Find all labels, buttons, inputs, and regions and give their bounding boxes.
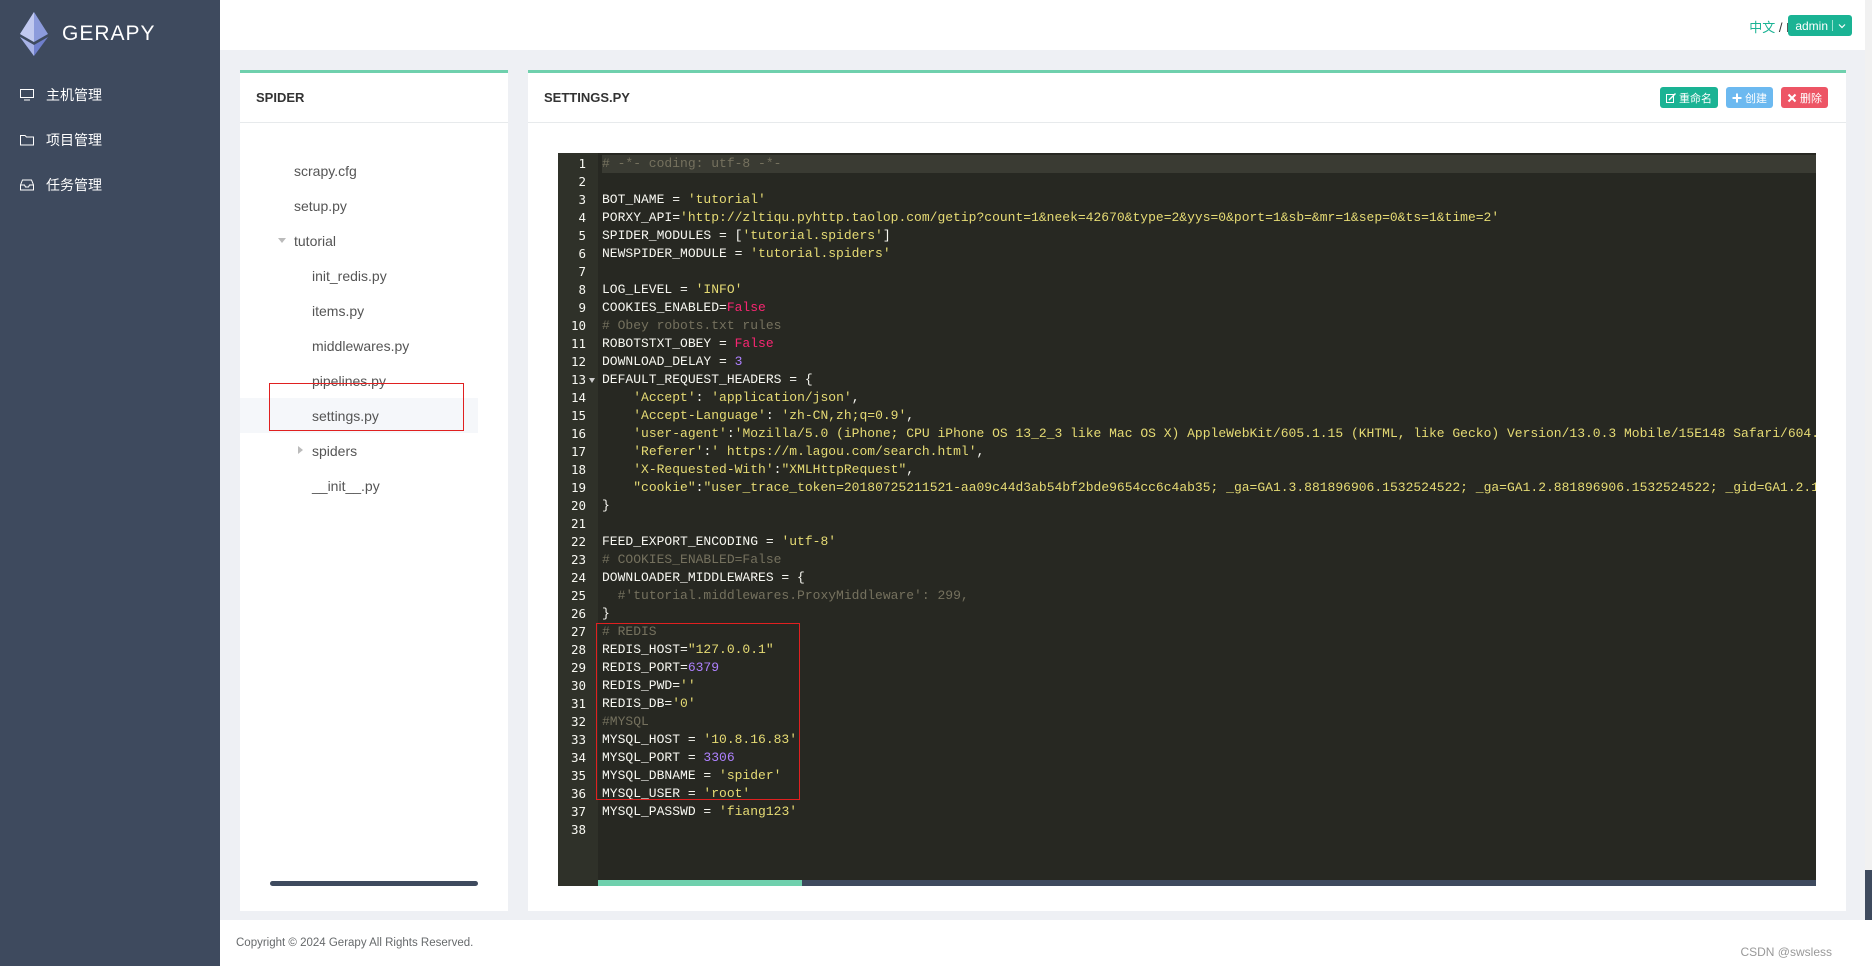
- caret-down-icon[interactable]: [278, 238, 286, 243]
- tree-item-label: middlewares.py: [312, 337, 410, 354]
- editor-actions: 重命名 创建 删除: [1660, 87, 1828, 108]
- fold-arrow-icon[interactable]: [589, 378, 595, 383]
- horizontal-scrollbar[interactable]: [270, 881, 478, 886]
- create-label: 创建: [1745, 92, 1767, 105]
- sidebar: GERAPY 主机管理 项目管理 任务管理: [0, 0, 220, 966]
- watermark-text: CSDN @swsless: [1740, 945, 1832, 959]
- file-tree-title: SPIDER: [240, 73, 508, 123]
- sidebar-item-projects[interactable]: 项目管理: [0, 117, 220, 162]
- line-number-gutter: 1 2 3 4 5 6 7 8 9 10 11 12 13 14 15 16 17 18 19 20 21 22 23 24 2…: [558, 153, 598, 886]
- sidebar-item-tasks[interactable]: 任务管理: [0, 162, 220, 207]
- tree-item-init[interactable]: __init__.py: [240, 468, 508, 503]
- file-tree-panel: SPIDER scrapy.cfg setup.py tutorial init…: [240, 70, 508, 911]
- folder-icon: [20, 134, 34, 145]
- highlight-annotation-box: [596, 623, 800, 800]
- tree-item-init-redis[interactable]: init_redis.py: [240, 258, 508, 293]
- editor-panel: SETTINGS.PY 重命名 创建 删除 1 2 3 4 5 6 7 8 9 10 11 12 13 1…: [528, 70, 1846, 911]
- caret-right-icon[interactable]: [298, 446, 303, 454]
- rename-label: 重命名: [1679, 92, 1712, 105]
- tree-item-label: setup.py: [294, 197, 347, 214]
- tree-item-label: __init__.py: [312, 477, 380, 494]
- lang-separator: /: [1775, 20, 1787, 35]
- page-vertical-scrollbar[interactable]: [1865, 0, 1872, 966]
- tree-item-label: spiders: [312, 442, 358, 459]
- tree-item-label: tutorial: [294, 232, 337, 249]
- file-tree: scrapy.cfg setup.py tutorial init_redis.…: [240, 153, 508, 503]
- delete-button[interactable]: 删除: [1781, 87, 1828, 108]
- ethereum-logo-icon: [20, 12, 48, 56]
- tree-item-label: init_redis.py: [312, 267, 387, 284]
- tree-folder-tutorial[interactable]: tutorial: [240, 223, 508, 258]
- copyright-text: Copyright © 2024 Gerapy All Rights Reser…: [236, 937, 474, 949]
- highlight-annotation-box: [269, 383, 464, 431]
- tree-item-label: scrapy.cfg: [294, 162, 357, 179]
- tree-item-items[interactable]: items.py: [240, 293, 508, 328]
- logo-text: GERAPY: [62, 22, 156, 45]
- tree-item-scrapy-cfg[interactable]: scrapy.cfg: [240, 153, 508, 188]
- editor-horizontal-scrollbar[interactable]: [598, 880, 1816, 886]
- user-menu-button[interactable]: admin: [1788, 15, 1852, 36]
- lang-zh-link[interactable]: 中文: [1749, 20, 1775, 35]
- sidebar-nav: 主机管理 项目管理 任务管理: [0, 72, 220, 207]
- sidebar-item-label: 项目管理: [46, 131, 102, 148]
- inbox-icon: [20, 179, 34, 190]
- close-icon: [1787, 93, 1797, 102]
- edit-icon: [1666, 92, 1676, 103]
- button-divider: [1832, 20, 1833, 31]
- sidebar-item-label: 主机管理: [46, 86, 102, 103]
- scrollbar-thumb[interactable]: [598, 880, 802, 886]
- logo[interactable]: GERAPY: [20, 12, 156, 56]
- editor-title: SETTINGS.PY: [528, 73, 1846, 123]
- create-button[interactable]: 创建: [1726, 87, 1773, 108]
- code-editor[interactable]: 1 2 3 4 5 6 7 8 9 10 11 12 13 14 15 16 17 18 19 20 21 22 23 24 2…: [558, 153, 1816, 886]
- top-bar: 中文 / En admin: [220, 0, 1872, 50]
- rename-button[interactable]: 重命名: [1660, 87, 1718, 108]
- tree-item-middlewares[interactable]: middlewares.py: [240, 328, 508, 363]
- sidebar-item-label: 任务管理: [46, 176, 102, 193]
- tree-folder-spiders[interactable]: spiders: [240, 433, 508, 468]
- chevron-down-icon: [1838, 23, 1846, 28]
- tree-item-label: items.py: [312, 302, 365, 319]
- monitor-icon: [20, 88, 34, 100]
- tree-item-setup-py[interactable]: setup.py: [240, 188, 508, 223]
- user-name: admin: [1795, 18, 1828, 33]
- sidebar-item-hosts[interactable]: 主机管理: [0, 72, 220, 117]
- plus-icon: [1732, 93, 1742, 102]
- footer: Copyright © 2024 Gerapy All Rights Reser…: [220, 920, 1872, 966]
- delete-label: 删除: [1800, 92, 1822, 105]
